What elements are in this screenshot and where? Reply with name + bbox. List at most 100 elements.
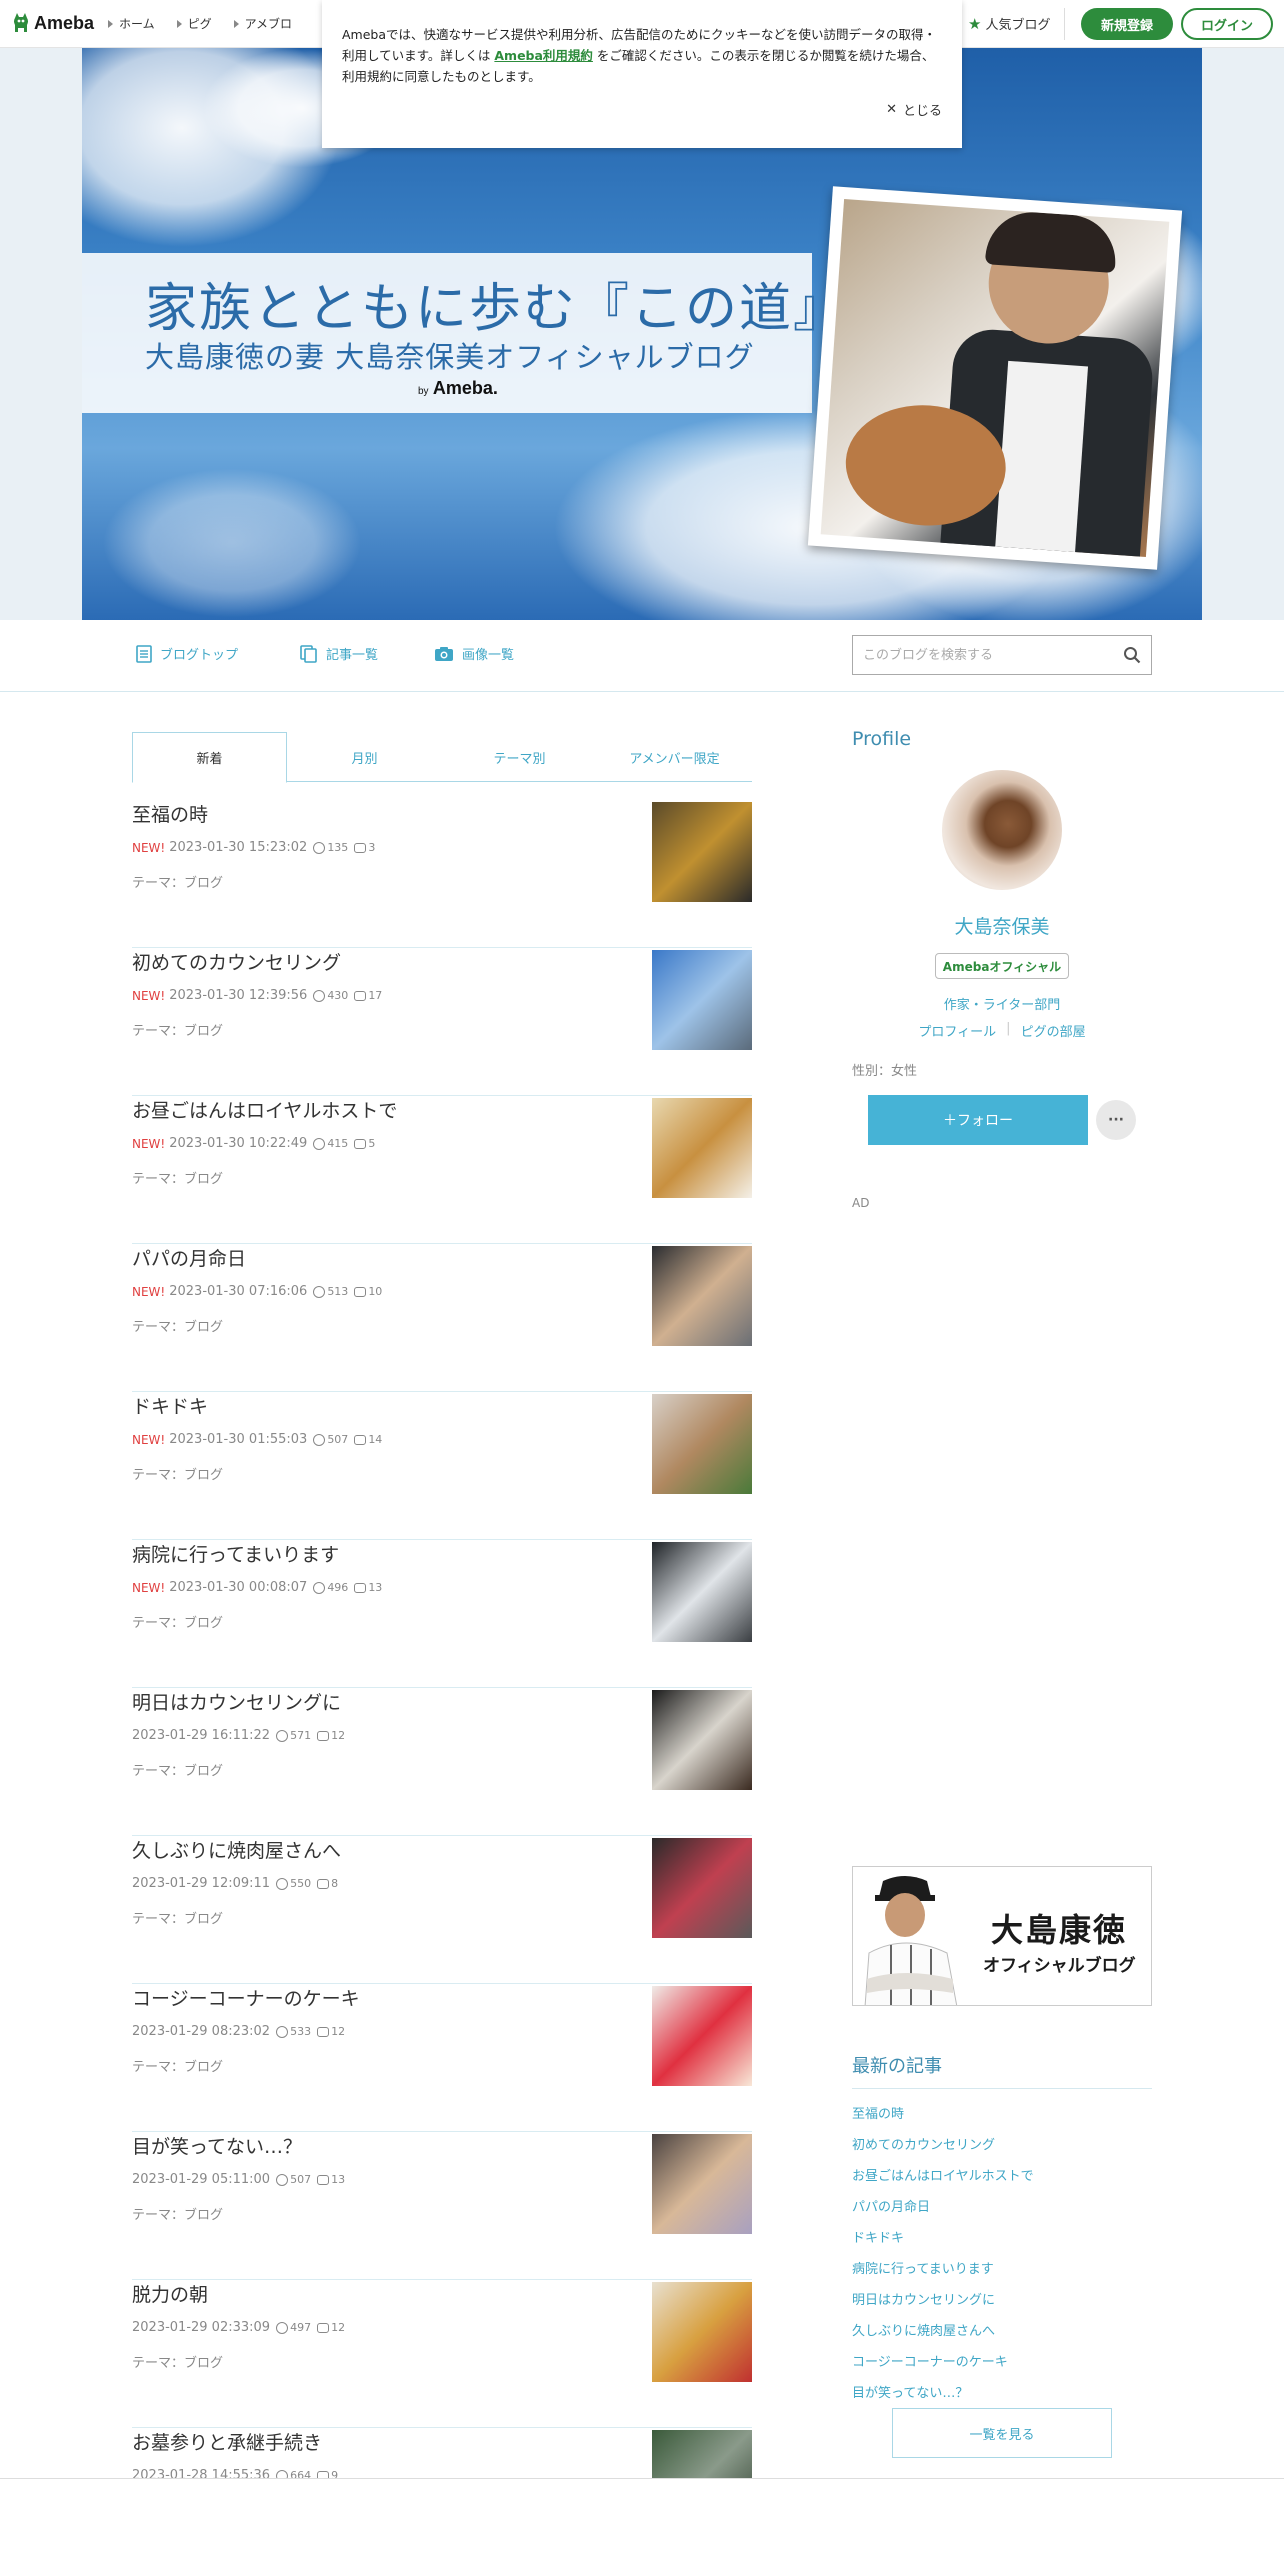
- entry-theme[interactable]: テーマ：ブログ: [132, 1168, 223, 1187]
- entry-theme[interactable]: テーマ：ブログ: [132, 872, 223, 891]
- cookie-close-button[interactable]: ✕ とじる: [886, 100, 942, 119]
- latest-article-link[interactable]: 至福の時: [852, 2099, 1152, 2130]
- nav-blog-top[interactable]: ブログトップ: [136, 644, 238, 663]
- comment-bubble-icon: [317, 1878, 330, 1889]
- popular-blog-link[interactable]: ★ 人気ブログ: [968, 14, 1050, 34]
- blog-nav: ブログトップ 記事一覧 画像一覧: [0, 620, 1284, 692]
- nav-article-list[interactable]: 記事一覧: [300, 644, 378, 663]
- comment-count[interactable]: 10: [354, 1285, 382, 1298]
- see-all-button[interactable]: 一覧を見る: [892, 2408, 1112, 2458]
- entry-item[interactable]: 目が笑ってない…？ 2023-01-29 05:11:00 507 13 テーマ：ブログ: [132, 2132, 752, 2280]
- global-nav-home[interactable]: ホーム: [108, 15, 155, 32]
- entry-thumbnail[interactable]: [652, 1690, 752, 1790]
- entry-thumbnail[interactable]: [652, 1838, 752, 1938]
- follow-button[interactable]: ＋フォロー: [868, 1095, 1088, 1145]
- tab-theme[interactable]: テーマ別: [442, 732, 597, 782]
- comment-count[interactable]: 12: [317, 2025, 345, 2038]
- entry-title[interactable]: 明日はカウンセリングに: [132, 1688, 341, 1715]
- entry-thumbnail[interactable]: [652, 1246, 752, 1346]
- entry-title[interactable]: 久しぶりに焼肉屋さんへ: [132, 1836, 341, 1863]
- more-options-button[interactable]: ···: [1096, 1100, 1136, 1140]
- profile-name[interactable]: 大島奈保美: [852, 912, 1152, 939]
- entry-theme[interactable]: テーマ：ブログ: [132, 1464, 223, 1483]
- entry-title[interactable]: 目が笑ってない…？: [132, 2132, 302, 2159]
- entry-thumbnail[interactable]: [652, 950, 752, 1050]
- comment-bubble-icon: [354, 1434, 367, 1445]
- entry-title[interactable]: コージーコーナーのケーキ: [132, 1984, 360, 2011]
- entry-theme[interactable]: テーマ：ブログ: [132, 2352, 223, 2371]
- entry-theme[interactable]: テーマ：ブログ: [132, 2056, 223, 2075]
- entry-meta: NEW! 2023-01-30 00:08:07 496 13: [132, 1580, 382, 1595]
- entry-thumbnail[interactable]: [652, 802, 752, 902]
- entry-theme[interactable]: テーマ：ブログ: [132, 1908, 223, 1927]
- latest-article-link[interactable]: コージーコーナーのケーキ: [852, 2347, 1152, 2378]
- comment-count[interactable]: 3: [354, 841, 375, 854]
- latest-article-link[interactable]: 久しぶりに焼肉屋さんへ: [852, 2316, 1152, 2347]
- smile-icon: [313, 841, 326, 854]
- comment-count[interactable]: 12: [317, 1729, 345, 1742]
- search-button[interactable]: [1123, 646, 1141, 668]
- entry-thumbnail[interactable]: [652, 2134, 752, 2234]
- entry-title[interactable]: パパの月命日: [132, 1244, 246, 1271]
- entry-thumbnail[interactable]: [652, 1542, 752, 1642]
- signup-button[interactable]: 新規登録: [1081, 8, 1173, 40]
- comment-count[interactable]: 13: [354, 1581, 382, 1594]
- tab-new[interactable]: 新着: [132, 732, 287, 783]
- comment-count[interactable]: 14: [354, 1433, 382, 1446]
- entry-item[interactable]: 久しぶりに焼肉屋さんへ 2023-01-29 12:09:11 550 8 テーマ：ブロ…: [132, 1836, 752, 1984]
- entry-title[interactable]: お昼ごはんはロイヤルホストで: [132, 1096, 397, 1123]
- latest-article-link[interactable]: 初めてのカウンセリング: [852, 2130, 1152, 2161]
- login-button[interactable]: ログイン: [1181, 8, 1273, 40]
- entry-item[interactable]: 明日はカウンセリングに 2023-01-29 16:11:22 571 12 テーマ：ブ…: [132, 1688, 752, 1836]
- entry-theme[interactable]: テーマ：ブログ: [132, 1612, 223, 1631]
- entry-item[interactable]: 初めてのカウンセリング NEW! 2023-01-30 12:39:56 430 17 テ…: [132, 948, 752, 1096]
- entry-title[interactable]: 至福の時: [132, 800, 208, 827]
- comment-count[interactable]: 17: [354, 989, 382, 1002]
- entry-item[interactable]: お昼ごはんはロイヤルホストで NEW! 2023-01-30 10:22:49 415…: [132, 1096, 752, 1244]
- smile-icon: [276, 2173, 289, 2186]
- latest-article-link[interactable]: ドキドキ: [852, 2223, 1152, 2254]
- latest-article-link[interactable]: 病院に行ってまいります: [852, 2254, 1152, 2285]
- entry-theme[interactable]: テーマ：ブログ: [132, 1316, 223, 1335]
- latest-article-link[interactable]: 明日はカウンセリングに: [852, 2285, 1152, 2316]
- entry-item[interactable]: コージーコーナーのケーキ 2023-01-29 08:23:02 533 12 テーマ：…: [132, 1984, 752, 2132]
- entry-title[interactable]: 初めてのカウンセリング: [132, 948, 341, 975]
- entry-theme[interactable]: テーマ：ブログ: [132, 2204, 223, 2223]
- blog-search-input[interactable]: [853, 636, 1093, 674]
- global-nav-ameblo[interactable]: アメブロ: [233, 15, 292, 32]
- ameba-logo[interactable]: Ameba: [12, 12, 94, 34]
- entry-title[interactable]: ドキドキ: [132, 1392, 208, 1419]
- entry-item[interactable]: 至福の時 NEW! 2023-01-30 15:23:02 135 3 テーマ：ブログ: [132, 800, 752, 948]
- entry-thumbnail[interactable]: [652, 1394, 752, 1494]
- entry-item[interactable]: ドキドキ NEW! 2023-01-30 01:55:03 507 14 テーマ：ブログ: [132, 1392, 752, 1540]
- comment-count[interactable]: 13: [317, 2173, 345, 2186]
- official-blog-banner[interactable]: 大島康徳 オフィシャルブログ: [852, 1866, 1152, 2006]
- tab-amember[interactable]: アメンバー限定: [597, 732, 752, 782]
- entry-item[interactable]: 脱力の朝 2023-01-29 02:33:09 497 12 テーマ：ブログ: [132, 2280, 752, 2428]
- entry-thumbnail[interactable]: [652, 2282, 752, 2382]
- profile-category-link[interactable]: 作家・ライター部門: [852, 994, 1152, 1013]
- entry-title[interactable]: 脱力の朝: [132, 2280, 208, 2307]
- entry-thumbnail[interactable]: [652, 1098, 752, 1198]
- latest-article-link[interactable]: パパの月命日: [852, 2192, 1152, 2223]
- entry-item[interactable]: 病院に行ってまいります NEW! 2023-01-30 00:08:07 496 13 テ…: [132, 1540, 752, 1688]
- entry-item[interactable]: パパの月命日 NEW! 2023-01-30 07:16:06 513 10 テーマ：ブロ…: [132, 1244, 752, 1392]
- comment-count[interactable]: 5: [354, 1137, 375, 1150]
- terms-link[interactable]: Ameba利用規約: [494, 48, 593, 63]
- entry-title[interactable]: お墓参りと承継手続き: [132, 2428, 322, 2455]
- profile-link[interactable]: プロフィール: [918, 1021, 996, 1040]
- nav-image-list[interactable]: 画像一覧: [434, 644, 514, 663]
- entry-thumbnail[interactable]: [652, 1986, 752, 2086]
- pig-room-link[interactable]: ピグの部屋: [1021, 1021, 1086, 1040]
- comment-count[interactable]: 12: [317, 2321, 345, 2334]
- latest-article-link[interactable]: 目が笑ってない…？: [852, 2378, 1152, 2409]
- comment-count[interactable]: 8: [317, 1877, 338, 1890]
- latest-article-link[interactable]: お昼ごはんはロイヤルホストで: [852, 2161, 1152, 2192]
- global-nav-pig[interactable]: ピグ: [176, 15, 212, 32]
- tab-monthly[interactable]: 月別: [287, 732, 442, 782]
- avatar[interactable]: [942, 770, 1062, 890]
- like-count: 135: [313, 841, 348, 854]
- entry-theme[interactable]: テーマ：ブログ: [132, 1020, 223, 1039]
- entry-theme[interactable]: テーマ：ブログ: [132, 1760, 223, 1779]
- entry-title[interactable]: 病院に行ってまいります: [132, 1540, 339, 1567]
